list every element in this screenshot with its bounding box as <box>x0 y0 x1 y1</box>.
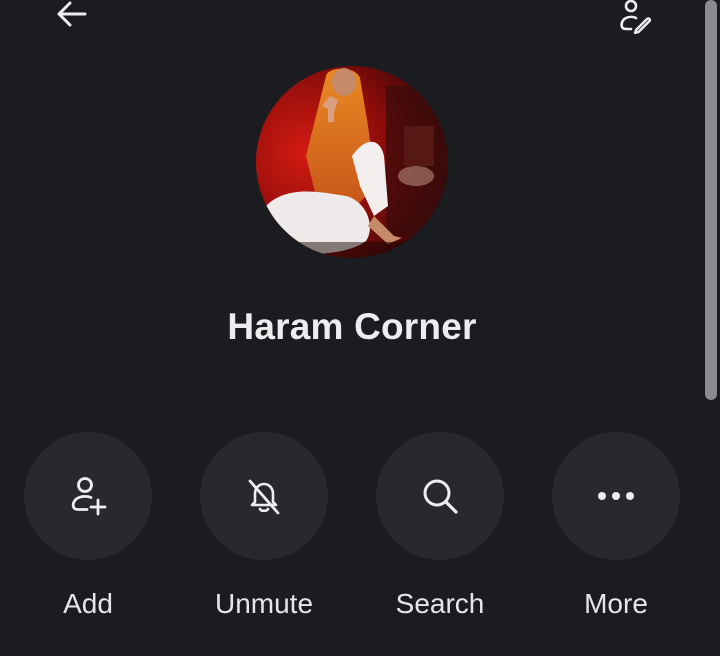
scrollbar[interactable] <box>703 0 720 656</box>
profile-photo <box>256 66 448 258</box>
add-label: Add <box>63 588 113 619</box>
back-button[interactable] <box>50 0 92 28</box>
more-horizontal-icon <box>598 492 634 500</box>
add-button-circle[interactable] <box>24 432 152 560</box>
search-icon <box>423 479 458 514</box>
unmute-button-circle[interactable] <box>200 432 328 560</box>
search-button-circle[interactable] <box>376 432 504 560</box>
profile-avatar[interactable] <box>256 66 448 258</box>
contact-profile-screen: Haram Corner Add Unmute Search More <box>0 0 720 656</box>
bell-off-icon <box>248 479 280 515</box>
unmute-button[interactable]: Unmute <box>176 432 352 620</box>
scrollbar-thumb[interactable] <box>705 0 717 400</box>
more-button-circle[interactable] <box>552 432 680 560</box>
contact-name: Haram Corner <box>227 306 477 347</box>
search-label: Search <box>395 588 485 619</box>
search-button[interactable]: Search <box>352 432 528 620</box>
add-button[interactable]: Add <box>0 432 176 620</box>
action-buttons-row: Add Unmute Search More <box>0 432 704 632</box>
edit-contact-button[interactable] <box>612 0 656 34</box>
unmute-label: Unmute <box>214 588 314 619</box>
more-button[interactable]: More <box>528 432 704 620</box>
arrow-left-icon <box>57 1 87 27</box>
user-edit-icon <box>620 0 652 34</box>
user-plus-icon <box>71 477 107 516</box>
more-label: More <box>584 588 648 619</box>
